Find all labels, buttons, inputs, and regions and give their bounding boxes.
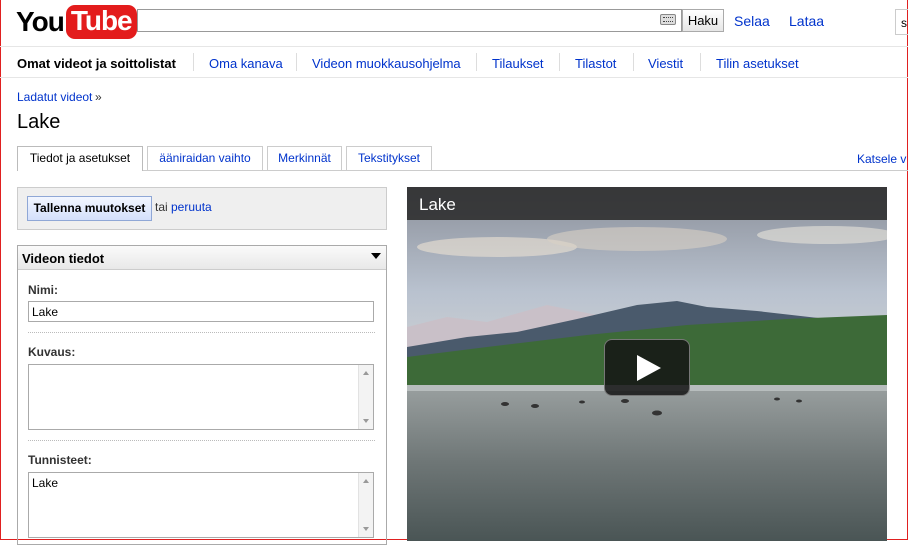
nav-video-editor[interactable]: Videon muokkausohjelma [312,56,461,71]
tags-field[interactable]: Lake [28,472,374,538]
page-title: Lake [17,111,61,133]
tags-scrollbar[interactable] [358,473,373,537]
video-player[interactable]: Lake [407,187,887,541]
tab-audio-swap[interactable]: ääniraidan vaihto [147,146,263,170]
sign-in-partial[interactable]: s [895,9,908,35]
video-info-title: Videon tiedot [22,251,105,266]
nav-my-channel[interactable]: Oma kanava [209,56,283,71]
scroll-down-icon[interactable] [363,419,369,423]
tab-baseline [17,170,908,171]
tab-info-settings[interactable]: Tiedot ja asetukset [17,146,143,171]
cancel-link[interactable]: peruuta [171,200,212,214]
nav-subscriptions[interactable]: Tilaukset [492,56,544,71]
browse-link[interactable]: Selaa [734,13,770,29]
collapse-arrow-icon[interactable] [371,253,381,259]
search-button[interactable]: Haku [682,9,724,32]
account-nav: Omat videot ja soittolistat Oma kanava V… [0,46,908,78]
description-scrollbar[interactable] [358,365,373,429]
section-divider [28,440,375,441]
breadcrumb-separator: » [95,90,102,104]
nav-separator [633,53,634,71]
tags-text: Lake [32,476,59,490]
nav-separator [296,53,297,71]
nav-insights[interactable]: Tilastot [575,56,616,71]
nav-account-settings[interactable]: Tilin asetukset [716,56,799,71]
name-field[interactable]: Lake [28,301,374,322]
nav-separator [700,53,701,71]
nav-separator [193,53,194,71]
keyboard-icon[interactable] [660,14,676,25]
section-divider [28,332,375,333]
tab-captions[interactable]: Tekstitykset [346,146,432,170]
tab-annotations[interactable]: Merkinnät [267,146,342,170]
nav-separator [476,53,477,71]
scroll-down-icon[interactable] [363,527,369,531]
description-label: Kuvaus: [28,345,76,359]
or-text: tai [155,200,168,214]
search-input[interactable] [137,9,682,32]
youtube-logo[interactable]: You Tube [16,3,137,41]
description-field[interactable] [28,364,374,430]
breadcrumb-uploaded-videos[interactable]: Ladatut videot [17,90,92,104]
play-button-icon[interactable] [604,339,690,396]
upload-link[interactable]: Lataa [789,13,824,29]
video-title: Lake [419,195,456,214]
name-label: Nimi: [28,283,58,297]
tags-label: Tunnisteet: [28,453,92,467]
nav-separator [559,53,560,71]
scroll-up-icon[interactable] [363,479,369,483]
view-on-video-page-link[interactable]: Katsele v [857,152,906,166]
nav-my-videos[interactable]: Omat videot ja soittolistat [17,56,176,71]
video-title-bar [407,187,887,220]
save-changes-button[interactable]: Tallenna muutokset [27,196,152,221]
scroll-up-icon[interactable] [363,371,369,375]
nav-messages[interactable]: Viestit [648,56,683,71]
